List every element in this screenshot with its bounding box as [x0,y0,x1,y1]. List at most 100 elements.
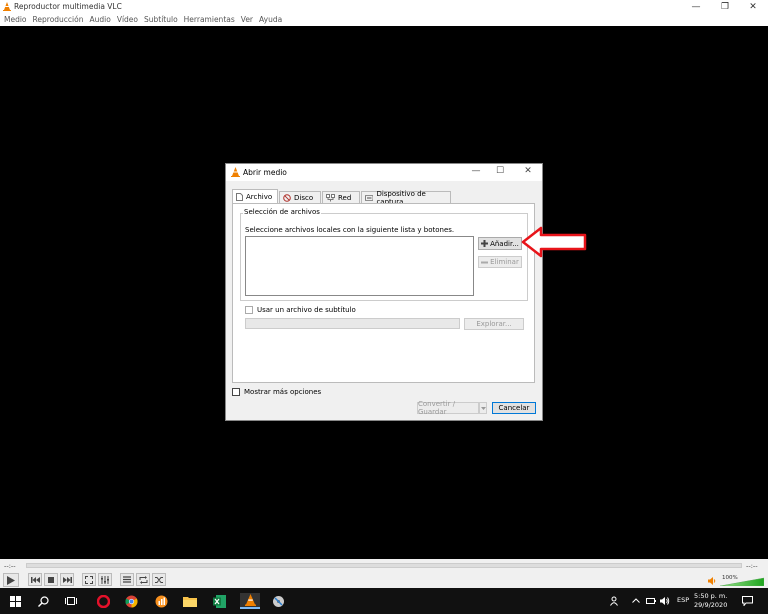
more-options: Mostrar más opciones [232,388,321,396]
taskbar-opera[interactable] [95,593,111,609]
capture-device-icon [365,194,374,201]
tab-disco[interactable]: Disco [279,191,321,203]
chevron-up-icon[interactable] [632,598,640,603]
maximize-button[interactable]: ❐ [710,0,740,13]
language-indicator[interactable]: ESP [677,596,689,604]
start-button[interactable] [7,593,23,609]
battery-icon[interactable] [646,597,656,605]
plus-icon [481,240,489,247]
close-button[interactable]: ✕ [738,0,768,13]
excel-icon [212,594,226,608]
convert-dropdown-button[interactable] [479,402,487,414]
tab-archivo[interactable]: Archivo [232,189,278,203]
stop-button[interactable] [44,573,58,586]
add-file-button[interactable]: Añadir... [478,237,522,250]
dialog-maximize-button[interactable]: ☐ [490,166,510,178]
elapsed-time: --:-- [4,562,16,570]
taskbar-file-explorer[interactable] [182,593,198,609]
dialog-title-bar: Abrir medio — ☐ ✕ [226,164,542,181]
dialog-close-button[interactable]: ✕ [518,166,538,178]
tab-panel-archivo: Selección de archivos Seleccione archivo… [232,203,535,383]
minimize-button[interactable]: — [681,0,711,13]
speaker-icon[interactable] [708,577,716,585]
previous-button[interactable] [28,573,42,586]
minus-icon [481,261,489,263]
taskbar-app-2[interactable] [270,593,286,609]
fullscreen-icon [85,575,93,584]
disc-burner-icon [272,595,284,607]
taskbar-vlc[interactable] [240,593,260,609]
file-selection-label: Selección de archivos [243,208,321,216]
people-icon[interactable] [610,596,620,606]
file-icon [236,192,243,201]
search-icon [37,595,49,607]
cancel-button[interactable]: Cancelar [492,402,536,414]
search-button[interactable] [35,593,51,609]
clock[interactable]: 5:50 p. m. 29/9/2020 [694,592,727,610]
disc-icon [283,193,291,202]
loop-icon [139,575,147,584]
browse-subtitle-button[interactable]: Explorar... [464,318,524,330]
task-view-icon [65,597,77,605]
play-button[interactable] [3,573,19,587]
chart-app-icon [155,595,167,607]
tab-red[interactable]: Red [322,191,360,203]
subtitle-option: Usar un archivo de subtítulo [245,306,356,314]
dialog-minimize-button[interactable]: — [466,166,486,178]
seek-bar-area: --:-- --:-- [0,559,768,572]
taskbar-app[interactable] [153,593,169,609]
chrome-icon [124,595,138,607]
playlist-button[interactable] [120,573,134,586]
menu-video[interactable]: Vídeo [117,15,138,24]
annotation-arrow-icon [521,226,587,258]
notifications-icon[interactable] [742,596,753,606]
menu-medio[interactable]: Medio [4,15,27,24]
subtitle-file-input[interactable] [245,318,460,329]
folder-icon [183,596,197,607]
equalizer-icon [101,575,109,584]
remove-file-button[interactable]: Eliminar [478,256,522,268]
taskbar-excel[interactable] [211,593,227,609]
more-options-label: Mostrar más opciones [244,388,322,396]
loop-button[interactable] [136,573,150,586]
total-time: --:-- [746,562,758,570]
volume-tray-icon[interactable] [660,596,670,606]
file-list[interactable] [245,236,474,296]
windows-logo-icon [9,595,21,607]
menu-ayuda[interactable]: Ayuda [259,15,282,24]
next-button[interactable] [60,573,74,586]
vlc-cone-icon [231,167,240,177]
subtitle-checkbox-label: Usar un archivo de subtítulo [257,306,356,314]
vlc-cone-icon [3,2,11,11]
play-icon [7,575,15,585]
fullscreen-button[interactable] [82,573,96,586]
task-view-button[interactable] [63,593,79,609]
menu-herramientas[interactable]: Herramientas [184,15,235,24]
menu-subtitulo[interactable]: Subtítulo [144,15,178,24]
menu-ver[interactable]: Ver [241,15,253,24]
taskbar: ESP 5:50 p. m. 29/9/2020 [0,588,768,614]
menu-audio[interactable]: Audio [89,15,110,24]
title-bar: Reproductor multimedia VLC — ❐ ✕ [0,0,768,13]
shuffle-icon [154,576,163,583]
menu-bar: Medio Reproducción Audio Vídeo Subtítulo… [0,13,768,26]
menu-reproduccion[interactable]: Reproducción [33,15,84,24]
previous-icon [30,576,40,583]
opera-icon [96,594,110,608]
more-options-checkbox[interactable] [232,388,240,396]
shuffle-button[interactable] [152,573,166,586]
playlist-icon [123,576,131,583]
playback-controls: 100% [0,572,768,588]
file-selection-hint: Seleccione archivos locales con la sigui… [245,226,455,234]
taskbar-chrome[interactable] [123,593,139,609]
seek-slider[interactable] [26,563,742,568]
tab-dispositivo-de-captura[interactable]: Dispositivo de captura [361,190,451,206]
stop-icon [48,576,54,583]
extended-settings-button[interactable] [98,573,112,586]
subtitle-checkbox[interactable] [245,306,253,314]
volume-slider[interactable] [720,575,764,586]
window-title: Reproductor multimedia VLC [14,2,122,11]
convert-save-button[interactable]: Convertir / Guardar [417,400,479,416]
next-icon [62,576,72,583]
open-media-dialog: Abrir medio — ☐ ✕ Archivo Disco Red Disp… [225,163,543,421]
